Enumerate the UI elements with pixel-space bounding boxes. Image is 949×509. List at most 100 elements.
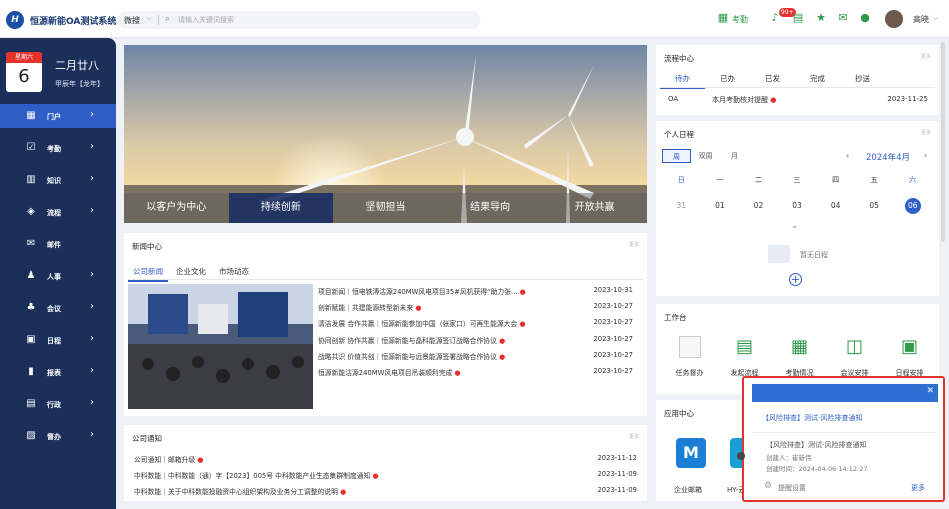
sidebar-item-knowledge[interactable]: ▥ 知识 › — [0, 168, 116, 192]
mode-week[interactable]: 周 — [662, 149, 691, 163]
more-link[interactable]: 更多 — [629, 433, 639, 440]
search-icon[interactable]: ⌕ — [165, 14, 170, 24]
chevron-down-icon[interactable]: ⌵ — [146, 14, 151, 23]
more-link[interactable]: 更多 — [921, 129, 931, 136]
logo-icon: H — [6, 11, 24, 29]
banner-tab[interactable]: 结果导向 — [437, 193, 543, 223]
workbench-attendance[interactable]: ▦ 考勤情况 — [772, 336, 827, 378]
flow-title: 本月考勤核对提醒 — [712, 96, 768, 104]
news-list: 项目新闻｜恒电铁溥沽源240MW风电项目35#风机获得“助力张... ● 2023… — [318, 283, 639, 380]
app-label[interactable]: 企业邮箱 — [674, 485, 702, 495]
more-link[interactable]: 更多 — [921, 53, 931, 60]
sidebar-item-schedule[interactable]: ▣ 日程 › — [0, 328, 116, 352]
mail-icon[interactable]: ✉ — [836, 11, 850, 25]
panel-title: 个人日程 — [664, 130, 694, 139]
workbench-task[interactable]: 任务督办 — [662, 336, 717, 378]
close-icon[interactable]: ✕ — [926, 386, 934, 396]
search-scope[interactable]: 微搜 — [124, 15, 140, 26]
sidebar-item-supervise[interactable]: ▧ 督办 › — [0, 424, 116, 448]
divider — [158, 15, 159, 25]
workbench-schedule[interactable]: ▣ 日程安排 — [882, 336, 937, 378]
list-item[interactable]: 中科数能｜关于中科数能投融资中心组织架构及业务分工调整的说明 ● 2023-11-… — [134, 483, 639, 499]
list-item[interactable]: 战略共识 价值共创｜恒源新能与远景能源签署战略合作协议 ● 2023-10-27 — [318, 348, 639, 364]
workbench-meeting[interactable]: ◫ 会议安排 — [827, 336, 882, 378]
scrollbar[interactable] — [941, 42, 945, 242]
news-image[interactable] — [128, 284, 313, 409]
day-cell[interactable]: 31 — [662, 198, 701, 214]
banner-tab[interactable]: 以客户为中心 — [124, 193, 229, 223]
more-link[interactable]: 更多 — [911, 483, 925, 493]
list-item[interactable]: 创新赋能｜共建能源转型新未来 ● 2023-10-27 — [318, 299, 639, 315]
avatar[interactable] — [885, 10, 903, 28]
chat-icon[interactable]: ● — [858, 11, 872, 25]
sidebar-item-portal[interactable]: ▦ 门户 › — [0, 104, 116, 128]
day-cell[interactable]: 03 — [778, 198, 817, 214]
day-cell-today[interactable]: 06 — [893, 198, 932, 214]
supervise-icon: ▧ — [26, 430, 36, 441]
add-schedule-button[interactable]: + — [789, 273, 802, 286]
chevron-right-icon: › — [90, 269, 94, 280]
layout-icon[interactable]: ▤ — [791, 11, 805, 25]
sidebar-item-report[interactable]: ▮ 报表 › — [0, 360, 116, 384]
mode-biweek[interactable]: 双周 — [691, 149, 720, 163]
chevron-right-icon[interactable]: › — [924, 151, 927, 160]
banner-tab[interactable]: 坚韧担当 — [333, 193, 438, 223]
admin-icon: ▤ — [26, 398, 36, 409]
attendance-icon[interactable]: ▦ — [716, 11, 730, 25]
chevron-right-icon: › — [90, 397, 94, 408]
panel-title: 新闻中心 — [132, 242, 162, 251]
weekday: 二 — [754, 176, 762, 184]
list-item[interactable]: 协同创新 协作共赢｜恒源新能与晶科能源签订战略合作协议 ● 2023-10-27 — [318, 332, 639, 348]
calendar-mode: 周 双周 月 — [662, 149, 749, 163]
search-placeholder[interactable]: 请输入关键词搜索 — [178, 15, 234, 25]
personal-schedule: 个人日程 更多 周 双周 月 ‹ 2024年4月 › 日 一 二 三 四 五 六… — [656, 121, 939, 296]
chat-bubble-icon[interactable] — [737, 452, 745, 460]
day-cell[interactable]: 05 — [855, 198, 894, 214]
calendar-check-icon: ☑ — [26, 142, 36, 153]
sidebar-item-label: 知识 — [47, 177, 61, 185]
lunar-date: 二月廿八 — [55, 59, 99, 72]
chevron-down-icon[interactable]: ⌵ — [933, 14, 938, 23]
list-item[interactable]: 恒源新能沽源240MW风电项目吊装顺利完成 ● 2023-10-27 — [318, 364, 639, 380]
sidebar-item-admin[interactable]: ▤ 行政 › — [0, 392, 116, 416]
banner-tabs: 以客户为中心 持续创新 坚韧担当 结果导向 开放共赢 — [124, 193, 647, 223]
panel-title: 流程中心 — [664, 54, 694, 63]
banner-tab[interactable]: 开放共赢 — [542, 193, 647, 223]
weekday-label: 星期六 — [6, 52, 42, 63]
calendar-month: 2024年4月 — [866, 153, 911, 163]
chevron-left-icon[interactable]: ‹ — [846, 151, 849, 160]
mail-app-icon[interactable]: M — [676, 438, 706, 468]
more-link[interactable]: 更多 — [629, 241, 639, 248]
sidebar-item-meeting[interactable]: ♣ 会议 › — [0, 296, 116, 320]
expand-icon[interactable]: ⌄ — [791, 221, 799, 231]
sidebar-item-hr[interactable]: ♟ 人事 › — [0, 264, 116, 288]
list-item[interactable]: 项目新闻｜恒电铁溥沽源240MW风电项目35#风机获得“助力张... ● 2023… — [318, 283, 639, 299]
sidebar-item-mail[interactable]: ✉ 邮件 — [0, 232, 116, 256]
user-name[interactable]: 高晓 — [913, 14, 929, 25]
star-icon[interactable]: ★ — [814, 11, 828, 25]
day-cell[interactable]: 04 — [816, 198, 855, 214]
notice-list: 公司通知｜邮箱升级 ● 2023-11-12 中科数能｜中科数能（通）字【2023… — [134, 451, 639, 499]
popup-title[interactable]: 【风险排查】测试-风险排查通知 — [766, 440, 867, 450]
day-cell[interactable]: 02 — [739, 198, 778, 214]
list-item[interactable]: 中科数能｜中科数能（通）字【2023】005号 中科数能产业生态集群制度通知 ●… — [134, 467, 639, 483]
list-item[interactable]: 清洁发展 合作共赢｜恒源新能参加中国（张家口）可再生能源大会 ● 2023-10-… — [318, 315, 639, 331]
sidebar-item-attendance[interactable]: ☑ 考勤 › — [0, 136, 116, 160]
list-item[interactable]: 公司通知｜邮箱升级 ● 2023-11-12 — [134, 451, 639, 467]
chevron-right-icon: › — [90, 365, 94, 376]
attendance-link[interactable]: 考勤 — [732, 14, 748, 25]
day-cell[interactable]: 01 — [701, 198, 740, 214]
search-bar[interactable]: 微搜 ⌵ ⌕ 请输入关键词搜索 — [118, 11, 481, 29]
popup-creator: 创建人：崔新伟 — [766, 454, 812, 462]
workbench-start-flow[interactable]: ▤ 发起流程 — [717, 336, 772, 378]
chevron-right-icon: › — [90, 173, 94, 184]
gear-icon[interactable]: ⚙ — [764, 481, 772, 491]
banner-tab[interactable]: 持续创新 — [228, 193, 334, 223]
reminder-settings-link[interactable]: 提醒设置 — [778, 483, 806, 493]
portal-icon: ▦ — [26, 110, 36, 121]
sidebar-item-flow[interactable]: ◈ 流程 › — [0, 200, 116, 224]
app-title: 恒源新能OA测试系统 — [30, 17, 117, 27]
popup-link[interactable]: 【风险排查】测试-风险排查通知 — [762, 413, 863, 423]
sidebar-item-label: 会议 — [47, 305, 61, 313]
mode-month[interactable]: 月 — [720, 149, 749, 163]
